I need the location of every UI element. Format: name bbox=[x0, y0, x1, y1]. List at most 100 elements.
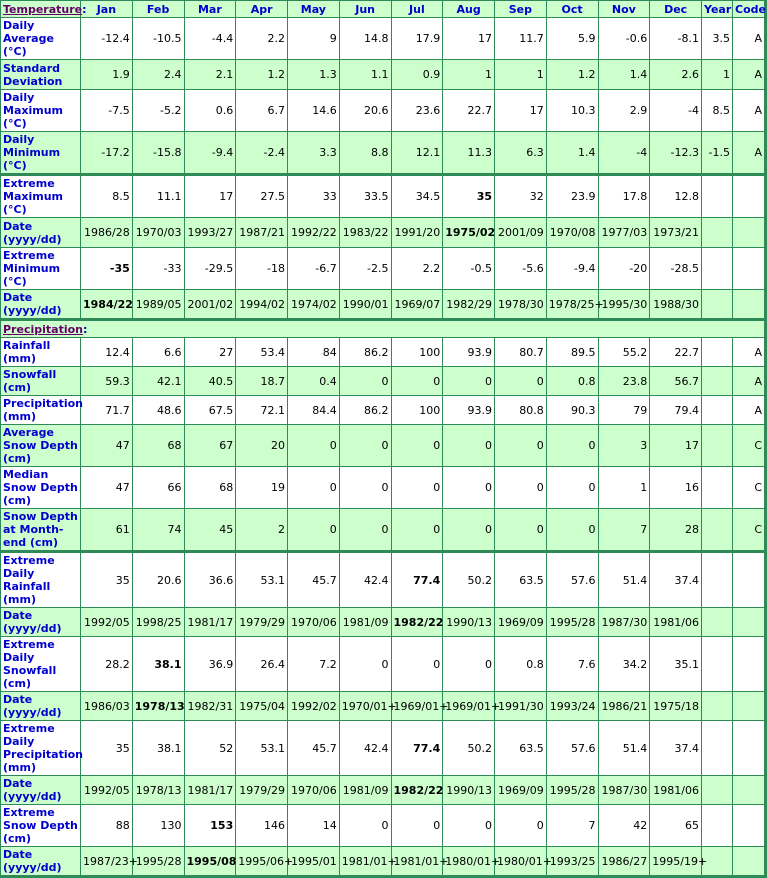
precipitation-section-header: Precipitation: bbox=[0, 318, 766, 338]
table-row: Standard Deviation 1.9 2.4 2.1 1.2 1.3 1.1 0.9 1… bbox=[0, 59, 766, 90]
month-header: Oct bbox=[545, 0, 599, 18]
month-value-may: 45.7 bbox=[287, 550, 340, 608]
month-value-dec: 1981/06 bbox=[649, 607, 702, 637]
month-value-aug: 0 bbox=[442, 466, 495, 509]
month-value-aug: 1990/13 bbox=[442, 607, 495, 637]
year-value bbox=[701, 466, 733, 509]
temperature-body: Daily Average (°C) -12.4 -10.5 -4.4 2.2 9 14.8… bbox=[0, 17, 766, 320]
month-value-may: 1974/02 bbox=[287, 289, 340, 320]
month-value-jan: -7.5 bbox=[80, 89, 133, 132]
month-value-apr: 2 bbox=[235, 508, 288, 552]
month-value-nov: 1977/03 bbox=[597, 217, 651, 248]
month-value-oct: 1995/28 bbox=[545, 607, 599, 637]
month-value-mar: 67 bbox=[183, 424, 237, 467]
table-row: Daily Maximum (°C) -7.5 -5.2 0.6 6.7 14.6 20.6… bbox=[0, 89, 766, 132]
month-value-oct: 0 bbox=[545, 508, 599, 552]
row-label: Date (yyyy/dd) bbox=[0, 289, 81, 320]
table-row: Daily Average (°C) -12.4 -10.5 -4.4 2.2 9 14.8… bbox=[0, 17, 766, 60]
table-row: Average Snow Depth (cm) 47 68 67 20 0 0 0 0 0 0 3 17… bbox=[0, 424, 766, 467]
month-value-jan: 12.4 bbox=[80, 337, 133, 367]
month-value-mar: 0.6 bbox=[183, 89, 237, 132]
month-value-jul: 1991/20 bbox=[390, 217, 444, 248]
month-value-mar: -9.4 bbox=[183, 131, 237, 175]
month-value-sep: 80.8 bbox=[494, 395, 547, 425]
month-value-jun: 86.2 bbox=[338, 395, 392, 425]
month-value-sep: 1978/30 bbox=[494, 289, 547, 320]
month-value-nov: 2.9 bbox=[597, 89, 651, 132]
month-value-jul: 77.4 bbox=[390, 720, 444, 776]
code-value: C bbox=[732, 508, 766, 552]
month-value-feb: 1995/28 bbox=[131, 846, 185, 878]
month-value-sep: 1991/30 bbox=[494, 691, 547, 721]
code-value: A bbox=[732, 131, 766, 175]
row-label: Extreme Snow Depth (cm) bbox=[0, 804, 81, 847]
month-value-mar: 1982/31 bbox=[183, 691, 237, 721]
month-value-jun: 0 bbox=[338, 804, 392, 847]
month-value-may: 1970/06 bbox=[287, 607, 340, 637]
month-value-feb: -33 bbox=[131, 247, 185, 290]
month-value-may: 7.2 bbox=[287, 636, 340, 692]
month-value-apr: -18 bbox=[235, 247, 288, 290]
month-value-sep: 0 bbox=[494, 424, 547, 467]
month-value-apr: -2.4 bbox=[235, 131, 288, 175]
temperature-link[interactable]: Temperature bbox=[3, 3, 82, 16]
month-value-jul: 0 bbox=[390, 804, 444, 847]
month-value-oct: 57.6 bbox=[545, 720, 599, 776]
month-value-nov: -4 bbox=[597, 131, 651, 175]
month-value-aug: 50.2 bbox=[442, 550, 495, 608]
code-value: C bbox=[732, 466, 766, 509]
month-value-may: 0 bbox=[287, 466, 340, 509]
month-value-apr: 72.1 bbox=[235, 395, 288, 425]
month-value-jun: 1990/01 bbox=[338, 289, 392, 320]
month-value-jan: 1984/22 bbox=[80, 289, 133, 320]
month-value-mar: 67.5 bbox=[183, 395, 237, 425]
month-value-jan: 47 bbox=[80, 424, 133, 467]
row-label: Daily Minimum (°C) bbox=[0, 131, 81, 175]
climate-table: Temperature: Jan Feb Mar Apr May Jun Jul… bbox=[0, 0, 767, 878]
code-value bbox=[732, 217, 766, 248]
month-value-dec: -4 bbox=[649, 89, 702, 132]
month-value-jul: 34.5 bbox=[390, 173, 444, 218]
month-value-feb: 2.4 bbox=[131, 59, 185, 90]
row-label: Date (yyyy/dd) bbox=[0, 691, 81, 721]
month-value-aug: 35 bbox=[442, 173, 495, 218]
month-value-jan: 35 bbox=[80, 550, 133, 608]
month-value-oct: 57.6 bbox=[545, 550, 599, 608]
code-value bbox=[732, 607, 766, 637]
month-value-oct: -9.4 bbox=[545, 247, 599, 290]
month-value-jul: 1982/22 bbox=[390, 607, 443, 637]
row-label: Precipitation (mm) bbox=[0, 395, 83, 425]
month-value-feb: 38.1 bbox=[131, 720, 185, 776]
month-value-jun: 8.8 bbox=[338, 131, 392, 175]
month-header: Sep bbox=[494, 0, 547, 18]
month-value-apr: 53.4 bbox=[235, 337, 288, 367]
year-value bbox=[701, 289, 733, 320]
month-value-jul: 23.6 bbox=[390, 89, 444, 132]
year-value: 8.5 bbox=[701, 89, 733, 132]
month-value-oct: 0.8 bbox=[545, 366, 599, 396]
precipitation-link[interactable]: Precipitation bbox=[3, 323, 83, 336]
month-value-jan: 61 bbox=[80, 508, 133, 552]
month-value-mar: 1981/17 bbox=[183, 607, 237, 637]
month-value-jan: 88 bbox=[80, 804, 133, 847]
month-header: Dec bbox=[649, 0, 702, 18]
month-value-sep: 0 bbox=[494, 466, 547, 509]
month-value-may: 1995/01 bbox=[287, 846, 340, 878]
month-value-apr: 18.7 bbox=[235, 366, 288, 396]
month-value-dec: 79.4 bbox=[649, 395, 702, 425]
month-value-jul: 0 bbox=[390, 508, 444, 552]
month-value-sep: 17 bbox=[494, 89, 547, 132]
month-value-apr: 1987/21 bbox=[235, 217, 288, 248]
month-value-jul: 100 bbox=[390, 395, 444, 425]
row-label: Median Snow Depth (cm) bbox=[0, 466, 81, 509]
month-value-nov: -0.6 bbox=[597, 17, 651, 60]
table-row: Date (yyyy/dd) 1986/28 1970/03 1993/27 1987/… bbox=[0, 217, 766, 248]
month-value-nov: 51.4 bbox=[597, 550, 651, 608]
month-value-jun: 1981/01+ bbox=[338, 846, 397, 878]
month-value-apr: 1995/06+ bbox=[235, 846, 293, 878]
month-value-nov: 1.4 bbox=[597, 59, 651, 90]
month-value-jun: 86.2 bbox=[338, 337, 392, 367]
month-value-sep: 63.5 bbox=[494, 550, 547, 608]
year-value bbox=[701, 804, 733, 847]
month-value-oct: 1978/25+ bbox=[545, 289, 604, 320]
